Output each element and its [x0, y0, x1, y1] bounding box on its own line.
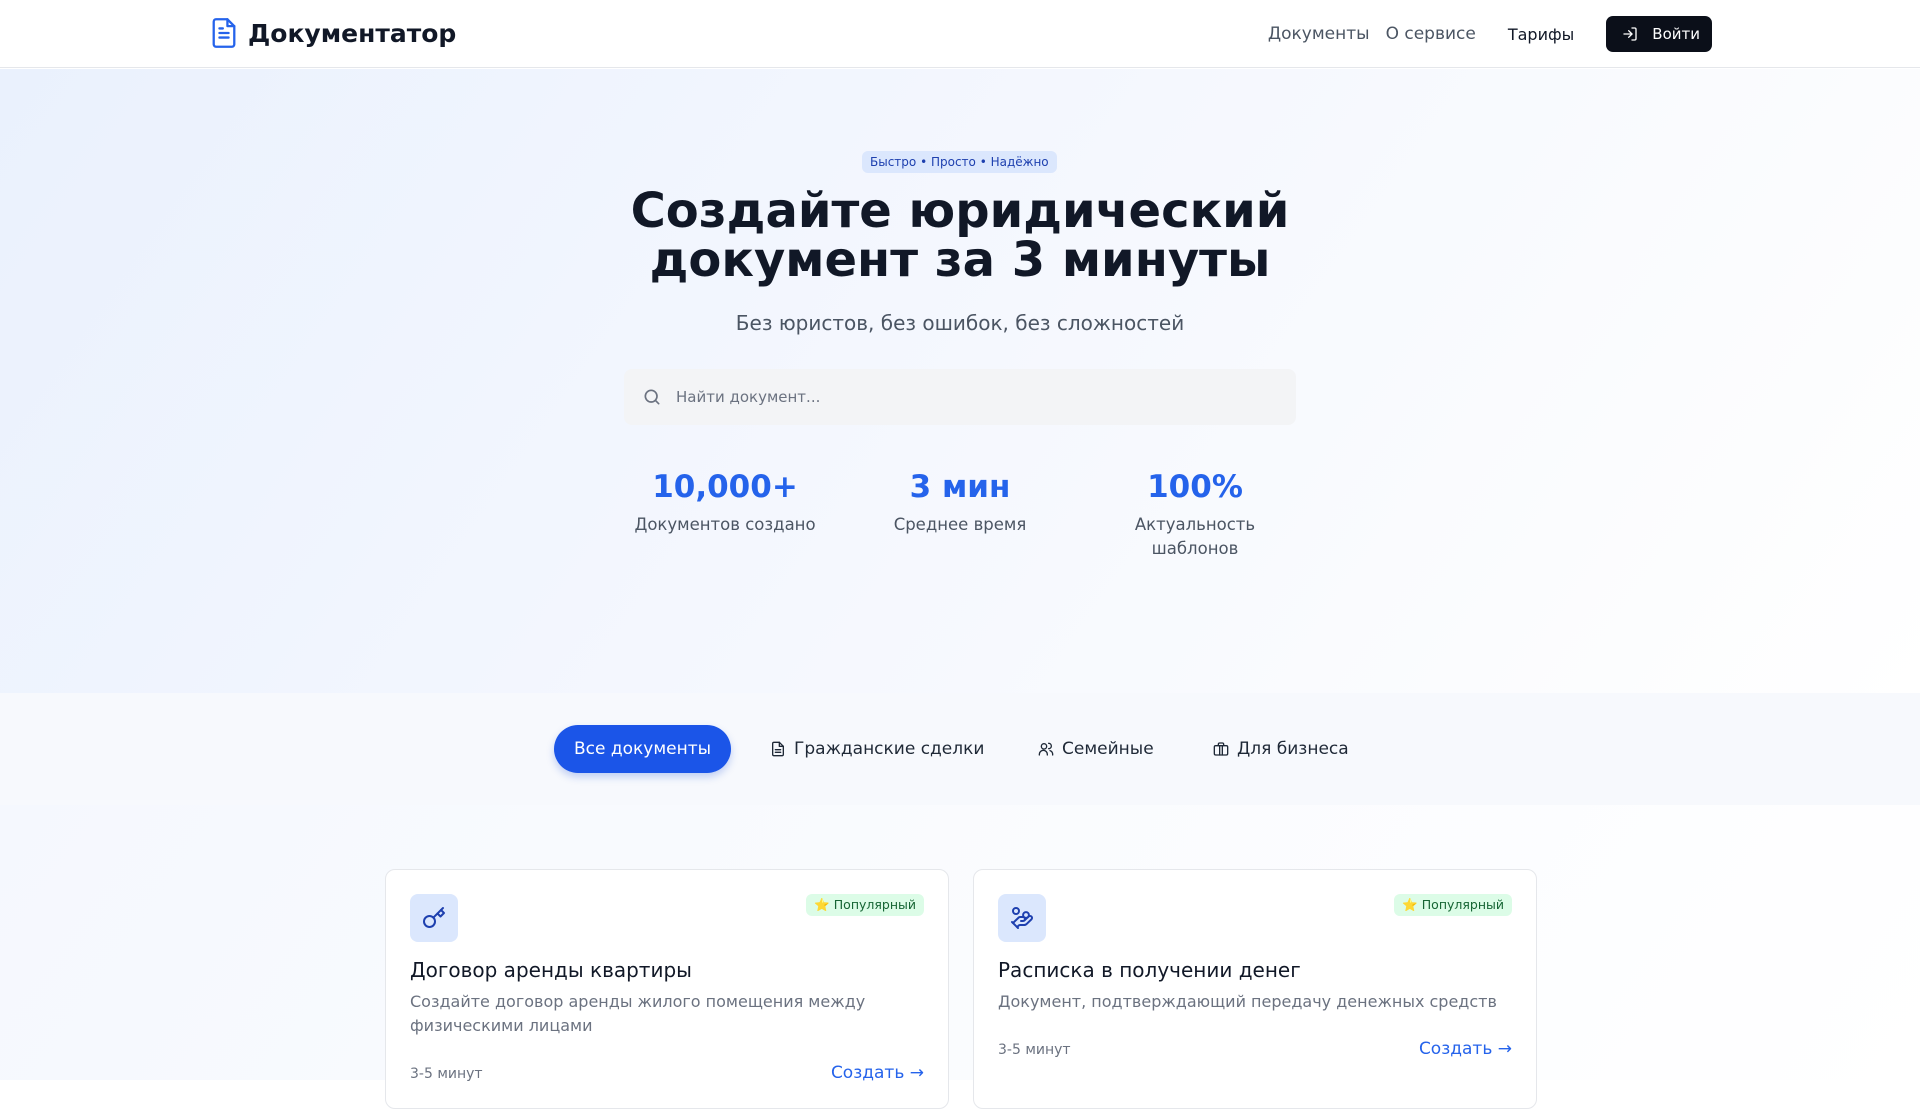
stat-label: Среднее время — [893, 515, 1027, 534]
card-time: 3-5 минут — [998, 1042, 1071, 1058]
key-icon — [423, 907, 445, 928]
search-input[interactable] — [676, 388, 1256, 406]
card-title: Договор аренды квартиры — [410, 958, 692, 982]
hero-subtitle: Без юристов, без ошибок, без сложностей — [735, 311, 1185, 335]
nav-links: Документы О сервисе Тарифы Войти — [1268, 16, 1712, 52]
card-icon-box — [410, 894, 458, 942]
tab-civil-deals[interactable]: Гражданские сделки — [750, 725, 1004, 773]
tab-business[interactable]: Для бизнеса — [1193, 725, 1369, 773]
stat-label: Актуальность шаблонов — [1085, 513, 1305, 561]
tab-label: Гражданские сделки — [794, 739, 985, 759]
stat-value: 100% — [1147, 469, 1243, 505]
hero-badge: Быстро • Просто • Надёжно — [862, 151, 1057, 173]
document-card-rental[interactable]: ⭐ Популярный Договор аренды квартиры Соз… — [385, 869, 949, 1109]
create-link[interactable]: Создать → — [1419, 1039, 1512, 1059]
card-description: Документ, подтверждающий передачу денежн… — [998, 992, 1497, 1011]
document-card-receipt[interactable]: ⭐ Популярный Расписка в получении денег … — [973, 869, 1537, 1109]
card-title: Расписка в получении денег — [998, 958, 1301, 982]
hero-section: Быстро • Просто • Надёжно Создайте юриди… — [0, 69, 1920, 693]
logo[interactable]: Документатор — [210, 17, 456, 49]
documents-grid — [0, 805, 1920, 1080]
nav-link-about[interactable]: О сервисе — [1386, 24, 1476, 44]
stat-relevance: 100% Актуальность шаблонов — [1085, 469, 1305, 561]
popular-badge: ⭐ Популярный — [806, 894, 924, 916]
hand-coins-icon — [1011, 907, 1033, 929]
logo-text: Документатор — [248, 18, 457, 48]
tab-family[interactable]: Семейные — [1018, 725, 1174, 773]
stat-value: 3 мин — [909, 469, 1011, 505]
hero-title-line-1: Создайте юридический — [630, 183, 1290, 239]
search-bar[interactable] — [624, 369, 1296, 425]
file-text-icon — [772, 741, 784, 757]
nav-link-pricing[interactable]: Тарифы — [1508, 25, 1574, 44]
popular-badge: ⭐ Популярный — [1394, 894, 1512, 916]
tab-label: Все документы — [574, 739, 712, 759]
search-icon — [644, 389, 660, 405]
tab-label: Семейные — [1062, 739, 1154, 759]
stat-label-line-1: Актуальность — [1134, 515, 1256, 534]
stat-documents: 10,000+ Документов создано — [615, 469, 835, 537]
stat-label-line-2: шаблонов — [1151, 539, 1239, 558]
nav-link-documents[interactable]: Документы — [1268, 24, 1370, 44]
document-icon — [212, 18, 236, 48]
login-button[interactable]: Войти — [1606, 16, 1712, 52]
users-icon — [1038, 742, 1054, 756]
category-tabs: Все документы Гражданские сделки Семейны… — [0, 693, 1920, 805]
top-navbar: Документатор Документы О сервисе Тарифы … — [0, 0, 1920, 68]
tab-label: Для бизнеса — [1237, 739, 1349, 759]
tab-all-documents[interactable]: Все документы — [554, 725, 732, 773]
card-description: Создайте договор аренды жилого помещения… — [410, 992, 866, 1035]
hero-title: Создайте юридический документ за 3 минут… — [460, 187, 1460, 285]
stat-value: 10,000+ — [652, 469, 798, 505]
login-label: Войти — [1652, 25, 1700, 43]
briefcase-icon — [1213, 742, 1229, 756]
hero-title-line-2: документ за 3 минуты — [649, 232, 1271, 288]
stat-time: 3 мин Среднее время — [850, 469, 1070, 537]
stat-label: Документов создано — [634, 515, 816, 534]
log-in-icon — [1623, 27, 1637, 41]
create-link[interactable]: Создать → — [831, 1063, 924, 1083]
card-icon-box — [998, 894, 1046, 942]
